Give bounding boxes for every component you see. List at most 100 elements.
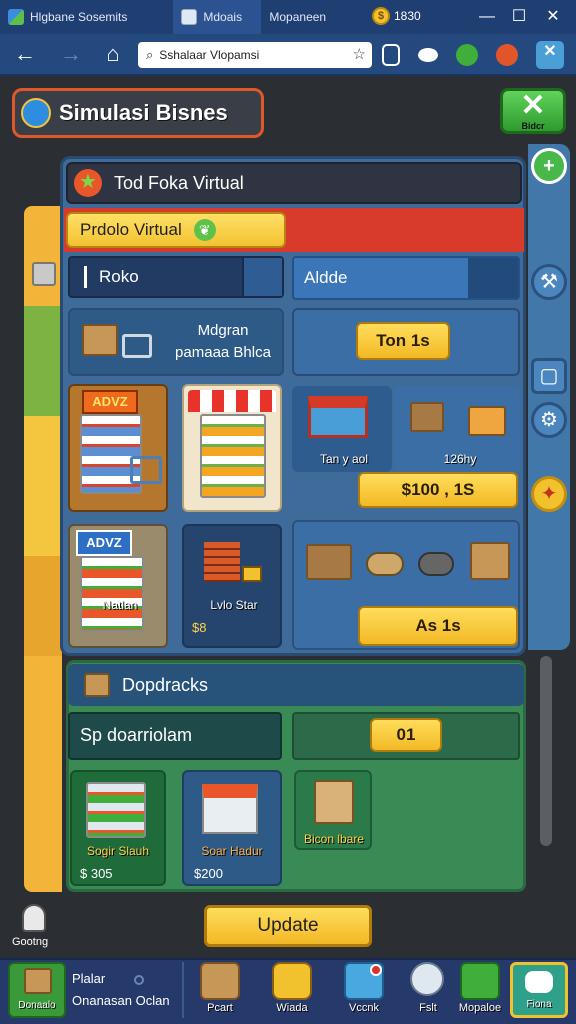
nav-label: Fiona [526,999,552,1010]
tablet-icon[interactable]: ▢ [531,358,567,394]
tab-other[interactable]: Mopaneen [261,0,351,34]
item-label: Sogir Slauh [86,844,150,858]
cardboard-box-icon [470,542,510,580]
alert-icon[interactable]: ✦ [531,476,567,512]
crate-icon [306,544,352,580]
shelf-icon [200,414,266,498]
extension-close-icon[interactable]: ✕ [536,41,564,69]
left-color-strip [24,206,62,892]
map-icon[interactable] [460,962,500,1000]
close-window-button[interactable]: ✕ [540,4,566,30]
nav-label: Wiada [276,1002,308,1014]
store-title: Tod Foka Virtual [114,172,244,193]
count-button[interactable]: 01 [370,718,442,752]
compass-icon[interactable] [410,962,444,996]
time-button[interactable]: Ton 1s [356,322,450,360]
awning-icon [188,390,276,412]
gamepad-icon [525,971,553,993]
extension-leaf-icon[interactable] [456,44,478,66]
crate-side-icon[interactable] [32,262,56,286]
nav-label: Fslt [419,1002,437,1014]
back-button[interactable]: ← [10,40,40,70]
tools-icon[interactable]: ⚒ [531,264,567,300]
item-tile-2[interactable]: Soar Hadur $200 [182,770,282,886]
name-field-value: Roko [99,267,139,286]
maximize-button[interactable]: ☐ [506,4,532,30]
crate-icon [24,968,52,994]
nav-donaalo[interactable]: Donaalo [8,962,66,1018]
extension-gear-icon[interactable] [496,44,518,66]
scrollbar[interactable] [540,656,552,846]
shop-tile-1[interactable]: ADVZ [68,384,168,512]
trolley-icon [242,566,262,582]
minimize-button[interactable]: — [474,4,500,30]
item-tile-1[interactable]: Sogir Slauh $ 305 [70,770,166,886]
cart-icon [122,334,152,358]
mode-field[interactable]: Aldde [292,256,520,300]
item-price: $ 305 [80,866,113,881]
crates-tile[interactable]: 126hy [394,386,520,472]
stall-label: Lvlo Star [210,598,258,612]
shop-tile-3[interactable]: ADVZ Natlan [68,524,168,648]
coin-icon: $ [372,7,390,25]
close-game-button[interactable]: ✕ Bidcr [500,88,566,134]
toggle-dot-icon[interactable] [134,975,144,985]
crate-icon [410,402,444,432]
update-button[interactable]: Update [204,905,372,947]
tile-label-2: 126hy [443,452,477,466]
name-field[interactable]: Roko [68,256,284,298]
add-icon[interactable]: + [531,148,567,184]
tab-label: Hlgbane Sosemits [30,10,128,24]
paper-bag-icon [314,780,354,824]
star-icon: ★ [74,169,102,197]
sp-field[interactable]: Sp doarriolam [68,712,282,760]
item-label: Bicon lbare [303,832,365,846]
drops-title: Dopdracks [122,674,209,695]
home-button[interactable]: ⌂ [98,40,128,70]
box-icon[interactable] [200,962,240,1000]
sp-label: Sp doarriolam [80,725,193,745]
leaf-icon: ❦ [193,219,216,241]
product-tab-label: Prdolo Virtual [80,220,182,239]
stall-tile[interactable]: Lvlo Star $8 [182,524,282,648]
package-card[interactable]: Mdgran pamaaa Bhlca [68,308,284,376]
forward-button[interactable]: → [56,40,86,70]
as-button[interactable]: As 1s [358,606,518,646]
price-button[interactable]: $100 , 1S [358,472,518,508]
close-label: Bidcr [521,121,545,131]
coin-counter: $ 1830 [372,7,421,25]
storefront-icon [308,396,368,438]
cardboard-box-icon [82,324,118,356]
title-bar: Hlgbane Sosemits Mdoais Mopaneen $ 1830 … [0,0,576,34]
side-label: Gootng [12,936,49,948]
tab-home[interactable]: Hlgbane Sosemits [0,0,135,34]
address-bar[interactable]: ⌕ Sshalaar Vlopamsi ☆ [138,42,372,68]
store-block-icon [202,784,258,834]
item-tile-3[interactable]: Bicon lbare [294,770,372,850]
cart-icon [130,456,162,484]
tab-label: Mdoais [203,10,243,24]
extension-cloud-icon[interactable] [418,48,438,62]
clock-icon[interactable] [272,962,312,1000]
game-logo-icon [21,98,51,128]
info-line2: Onanasan Oclan [72,993,170,1008]
market-tile[interactable]: Tan y aol [292,386,392,472]
settings-gear-icon[interactable]: ⚙ [531,402,567,438]
info-line1: Plalar [72,971,106,986]
tab-active[interactable]: Mdoais [173,0,262,34]
store-title-bar: ★ Tod Foka Virtual [66,162,522,204]
tab-label: Mopaneen [269,10,327,24]
bottom-info: Plalar Onanasan Oclan [72,968,176,1012]
shop-tile-2[interactable] [182,384,282,512]
close-x-icon: ✕ [520,89,546,122]
game-title-banner: Simulasi Bisnes [12,88,264,138]
nav-fiona[interactable]: Fiona [510,962,568,1018]
page-action-icon[interactable] [382,44,400,66]
product-tab[interactable]: Prdolo Virtual ❦ [66,212,286,248]
mode-dropdown[interactable] [468,258,518,298]
bookmark-star-icon[interactable]: ☆ [353,45,366,63]
bricks-icon [204,542,240,582]
character-icon[interactable] [22,904,46,932]
pipe-icon [418,552,454,576]
nav-label: Mopaloe [458,1002,502,1014]
